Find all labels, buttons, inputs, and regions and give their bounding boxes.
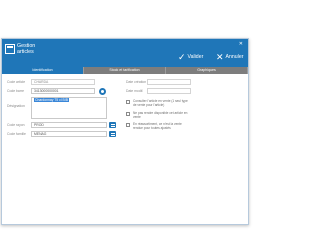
check-icon: ✓ [178,51,186,62]
tab-graphiques[interactable]: Graphiques [166,67,248,74]
article-management-window: Gestion articles ✕ ✓ Valider ✕ Annuler I… [1,38,249,225]
tab-identification[interactable]: Identification [2,67,84,74]
window-title-line2: articles [17,49,34,55]
code-famille-field[interactable]: MENAG [31,131,107,137]
option-checkbox-1[interactable] [126,100,130,104]
code-barre-field[interactable]: 3413000000001 [31,88,95,94]
code-rayon-field[interactable]: PROD [31,122,107,128]
date-modif-field [147,88,191,94]
option-label-3: En réassortiment, ce n'est la vente rend… [133,122,182,130]
option-checkbox-2[interactable] [126,112,130,116]
code-barre-label: Code barre [7,89,24,93]
designation-value: Chardonnay 75 cl BIB [34,98,69,102]
window-title: Gestion articles [17,43,57,55]
option-label-1: Consulter l'article en vente (1 seul typ… [133,99,188,107]
date-creation-field [147,79,191,85]
valider-button[interactable]: ✓ Valider [178,52,203,62]
tab-bar: Identification Stock et tarification Gra… [2,67,248,74]
window-close-icon[interactable]: ✕ [239,42,243,47]
date-creation-label: Date création [126,80,147,84]
barcode-lookup-icon[interactable] [99,87,106,95]
date-modif-label: Date modif. [126,89,144,93]
code-article-field[interactable]: CHARDA [31,79,95,85]
designation-label: Désignation [7,104,25,108]
code-rayon-picker-icon[interactable] [109,122,116,128]
annuler-label: Annuler [225,54,244,60]
code-famille-picker-icon[interactable] [109,131,116,137]
code-rayon-label: Code rayon [7,123,25,127]
option-checkbox-3[interactable] [126,123,130,127]
option-label-2: Ne pas rendre disponible cet article en … [133,111,188,119]
window-header: Gestion articles ✕ ✓ Valider ✕ Annuler [2,39,248,67]
designation-field[interactable]: Chardonnay 75 cl BIB [31,97,107,119]
app-logo-icon [5,44,15,54]
valider-label: Valider [187,54,204,60]
tab-stock-tarification[interactable]: Stock et tarification [84,67,166,74]
code-article-label: Code article [7,80,26,84]
close-icon: ✕ [216,51,224,62]
annuler-button[interactable]: ✕ Annuler [216,52,243,62]
code-famille-label: Code famille [7,132,26,136]
